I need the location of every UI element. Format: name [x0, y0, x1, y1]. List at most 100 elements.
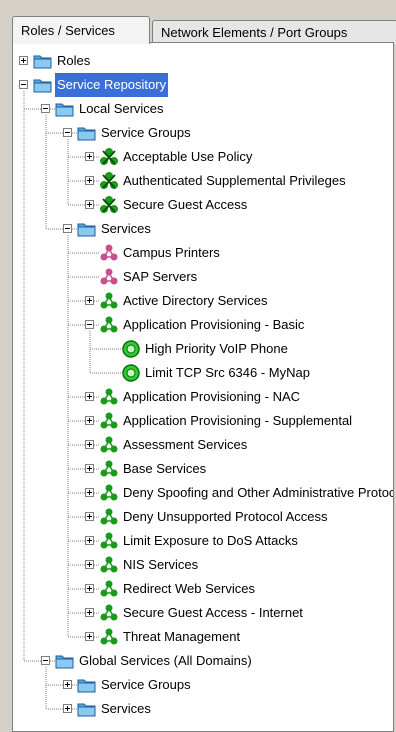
tree-item[interactable]: Application Provisioning - Supplemental — [13, 409, 393, 433]
service-group-icon — [99, 171, 119, 191]
expand-icon[interactable] — [85, 296, 94, 305]
tree-item[interactable]: Authenticated Supplemental Privileges — [13, 169, 393, 193]
tree-item-label: Application Provisioning - Supplemental — [123, 413, 353, 428]
rule-icon — [121, 339, 141, 359]
tree-item-label: Redirect Web Services — [123, 581, 255, 596]
tree-item[interactable]: Campus Printers — [13, 241, 393, 265]
tree-item-label: Secure Guest Access — [123, 197, 248, 212]
tree-panel: Roles Service Repository Local Services Ser… — [12, 42, 394, 732]
tree-item[interactable]: NIS Services — [13, 553, 393, 577]
folder-icon — [77, 699, 97, 719]
expand-icon[interactable] — [85, 488, 94, 497]
tree-item-label: Application Provisioning - NAC — [123, 389, 301, 404]
tree-item-label: Active Directory Services — [123, 293, 268, 308]
tree-item[interactable]: Threat Management — [13, 625, 393, 649]
tree-item[interactable]: Deny Unsupported Protocol Access — [13, 505, 393, 529]
expand-icon[interactable] — [85, 200, 94, 209]
tree-item[interactable]: Limit Exposure to DoS Attacks — [13, 529, 393, 553]
folder-icon — [77, 219, 97, 239]
expand-icon[interactable] — [85, 608, 94, 617]
tree-item[interactable]: Secure Guest Access — [13, 193, 393, 217]
tree-item-label: Global Services (All Domains) — [79, 653, 252, 668]
folder-icon — [77, 675, 97, 695]
collapse-icon[interactable] — [41, 656, 50, 665]
tab-strip: Roles / Services Network Elements / Port… — [12, 14, 396, 44]
tree-item-label: Threat Management — [123, 629, 241, 644]
service-icon — [99, 291, 119, 311]
service-icon — [99, 435, 119, 455]
pink-service-icon — [99, 243, 119, 263]
tree-item-label: Deny Unsupported Protocol Access — [123, 509, 328, 524]
tree-item-label: Base Services — [123, 461, 207, 476]
tree-item[interactable]: Active Directory Services — [13, 289, 393, 313]
expand-icon[interactable] — [85, 512, 94, 521]
tree-item-label: Campus Printers — [123, 245, 220, 260]
service-icon — [99, 507, 119, 527]
expand-icon[interactable] — [85, 464, 94, 473]
service-group-icon — [99, 195, 119, 215]
expand-icon[interactable] — [85, 416, 94, 425]
service-icon — [99, 459, 119, 479]
expand-icon[interactable] — [85, 176, 94, 185]
tree-item[interactable]: Redirect Web Services — [13, 577, 393, 601]
expand-icon[interactable] — [85, 536, 94, 545]
expand-icon[interactable] — [85, 632, 94, 641]
folder-icon — [55, 651, 75, 671]
tree-item-label: SAP Servers — [123, 269, 198, 284]
expand-icon[interactable] — [85, 152, 94, 161]
tree-item-label: Authenticated Supplemental Privileges — [123, 173, 346, 188]
expand-icon[interactable] — [85, 584, 94, 593]
tree-item[interactable]: Assessment Services — [13, 433, 393, 457]
expand-icon[interactable] — [85, 392, 94, 401]
tab-network-elements-port-groups[interactable]: Network Elements / Port Groups — [152, 20, 396, 44]
tree-item[interactable]: Deny Spoofing and Other Administrative P… — [13, 481, 393, 505]
service-icon — [99, 603, 119, 623]
service-icon — [99, 531, 119, 551]
tree-item[interactable]: Services — [13, 217, 393, 241]
folder-icon — [33, 75, 53, 95]
expand-icon[interactable] — [19, 56, 28, 65]
tree-item[interactable]: SAP Servers — [13, 265, 393, 289]
tree-item-label: Service Repository — [55, 73, 169, 97]
expand-icon[interactable] — [85, 560, 94, 569]
tree-item-label: Limit Exposure to DoS Attacks — [123, 533, 298, 548]
tree-item-label: High Priority VoIP Phone — [145, 341, 288, 356]
tree-item[interactable]: Acceptable Use Policy — [13, 145, 393, 169]
expand-icon[interactable] — [63, 680, 72, 689]
tree-item-label: Secure Guest Access - Internet — [123, 605, 303, 620]
tree-item[interactable]: Roles — [13, 49, 393, 73]
tree-item-label: Local Services — [79, 101, 164, 116]
service-icon — [99, 387, 119, 407]
service-icon — [99, 627, 119, 647]
tree-item[interactable]: High Priority VoIP Phone — [13, 337, 393, 361]
tree-item[interactable]: Base Services — [13, 457, 393, 481]
tree-item[interactable]: Service Groups — [13, 673, 393, 697]
folder-icon — [55, 99, 75, 119]
tree-item[interactable]: Global Services (All Domains) — [13, 649, 393, 673]
tree-item[interactable]: Service Groups — [13, 121, 393, 145]
tree-item-label: Application Provisioning - Basic — [123, 317, 305, 332]
tree-item[interactable]: Application Provisioning - NAC — [13, 385, 393, 409]
tree-item-label: NIS Services — [123, 557, 199, 572]
tree-item[interactable]: Secure Guest Access - Internet — [13, 601, 393, 625]
tree-item[interactable]: Limit TCP Src 6346 - MyNap — [13, 361, 393, 385]
expand-icon[interactable] — [63, 704, 72, 713]
collapse-icon[interactable] — [63, 128, 72, 137]
tree-item[interactable]: Application Provisioning - Basic — [13, 313, 393, 337]
folder-icon — [33, 51, 53, 71]
service-icon — [99, 483, 119, 503]
collapse-icon[interactable] — [19, 80, 28, 89]
collapse-icon[interactable] — [41, 104, 50, 113]
collapse-icon[interactable] — [85, 320, 94, 329]
folder-icon — [77, 123, 97, 143]
tab-roles-services[interactable]: Roles / Services — [12, 16, 150, 44]
rule-icon — [121, 363, 141, 383]
collapse-icon[interactable] — [63, 224, 72, 233]
tree-item-label: Service Groups — [101, 125, 191, 140]
expand-icon[interactable] — [85, 440, 94, 449]
tree-item[interactable]: Services — [13, 697, 393, 721]
tree-item[interactable]: Service Repository — [13, 73, 393, 97]
tree-item[interactable]: Local Services — [13, 97, 393, 121]
tree-item-label: Roles — [57, 53, 91, 68]
tree-item-label: Assessment Services — [123, 437, 248, 452]
